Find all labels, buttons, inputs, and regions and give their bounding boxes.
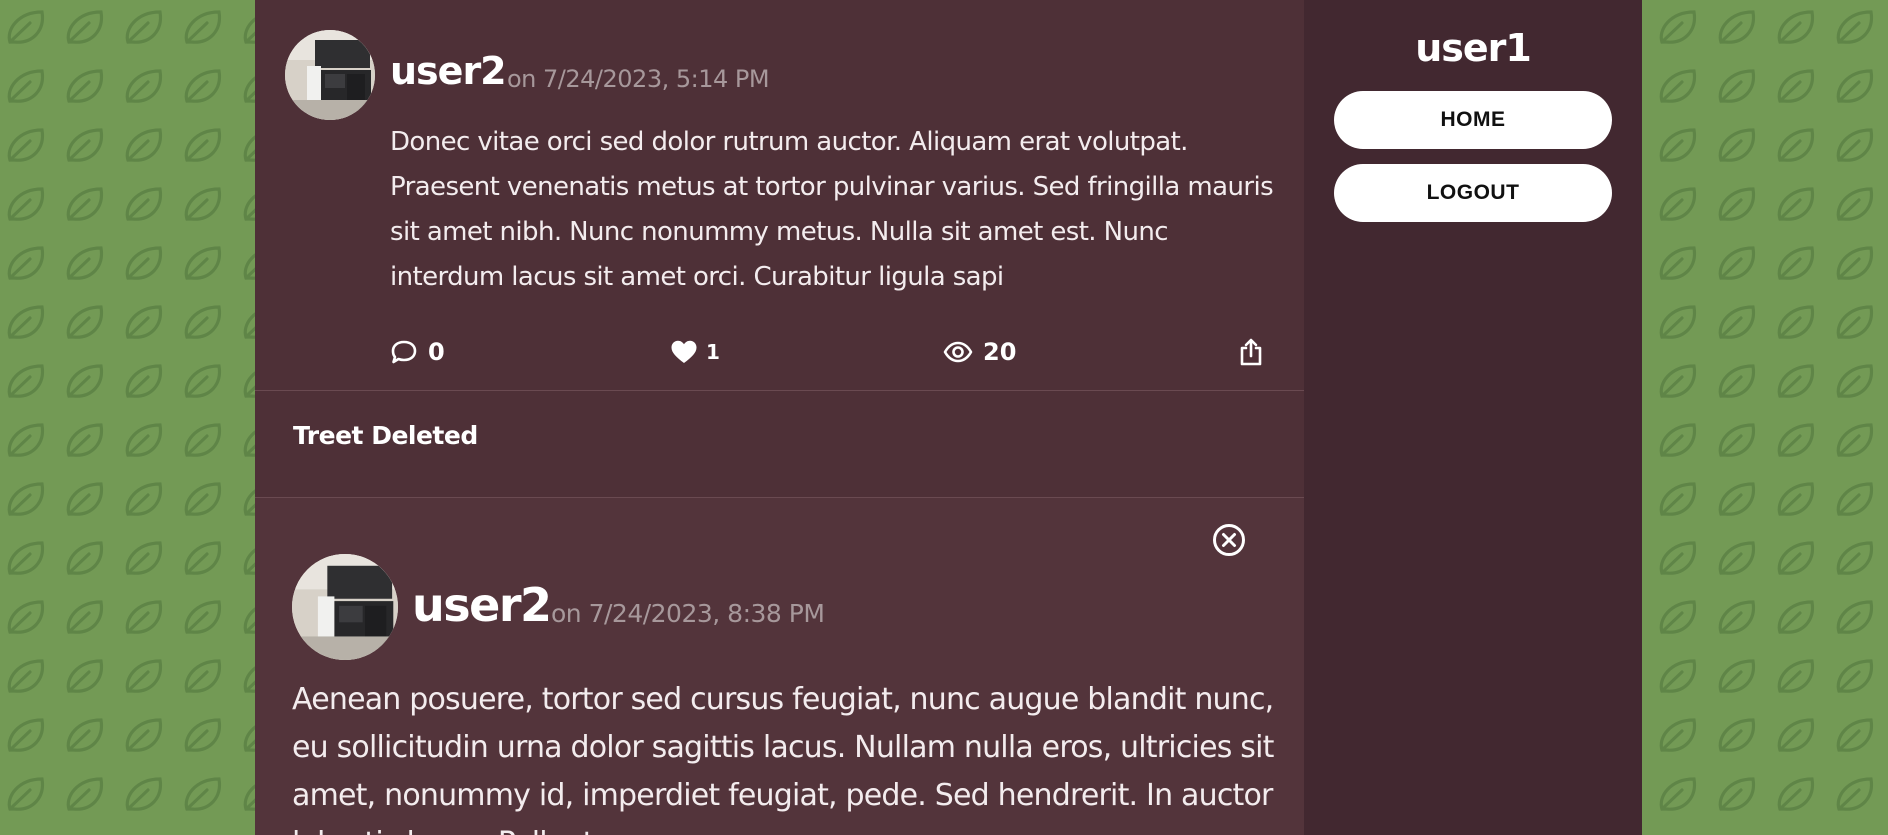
treet-timestamp: on 7/24/2023, 5:14 PM	[507, 65, 770, 93]
views-count: 20	[983, 338, 1017, 366]
treet-username[interactable]: user2	[412, 578, 552, 632]
logout-button[interactable]: LOGOUT	[1334, 164, 1612, 222]
user-sidebar: user1 HOME LOGOUT	[1304, 0, 1642, 835]
deleted-treet-notice: Treet Deleted	[255, 391, 1304, 498]
share-button[interactable]	[1238, 336, 1264, 368]
treet-card: user2 on 7/24/2023, 5:14 PM Donec vitae …	[255, 0, 1304, 391]
kitchen-photo-icon	[292, 554, 398, 660]
treet-timestamp: on 7/24/2023, 8:38 PM	[551, 599, 825, 628]
comment-count: 0	[428, 338, 445, 366]
kitchen-photo-icon	[285, 30, 375, 120]
treet-body: Donec vitae orci sed dolor rutrum auctor…	[390, 127, 1274, 292]
close-circle-icon	[1213, 524, 1245, 556]
deleted-notice-text: Treet Deleted	[293, 421, 478, 450]
close-button[interactable]	[1211, 522, 1247, 558]
sidebar-username: user1	[1415, 26, 1532, 70]
views-indicator: 20	[943, 336, 1016, 368]
treet-username[interactable]: user2	[390, 49, 507, 93]
share-icon	[1240, 338, 1262, 366]
eye-icon	[943, 341, 973, 363]
treet-body: Aenean posuere, tortor sed cursus feugia…	[292, 682, 1274, 835]
heart-icon	[671, 340, 697, 363]
like-button[interactable]: 1	[670, 336, 720, 368]
comment-icon	[391, 340, 417, 364]
treet-card-expanded: user2 on 7/24/2023, 8:38 PM Aenean posue…	[255, 498, 1304, 835]
user-avatar[interactable]	[285, 30, 375, 120]
comment-button[interactable]: 0	[390, 336, 445, 368]
like-count: 1	[706, 340, 720, 364]
user-avatar[interactable]	[292, 554, 398, 660]
home-button[interactable]: HOME	[1334, 91, 1612, 149]
treet-feed: user2 on 7/24/2023, 5:14 PM Donec vitae …	[255, 0, 1304, 835]
